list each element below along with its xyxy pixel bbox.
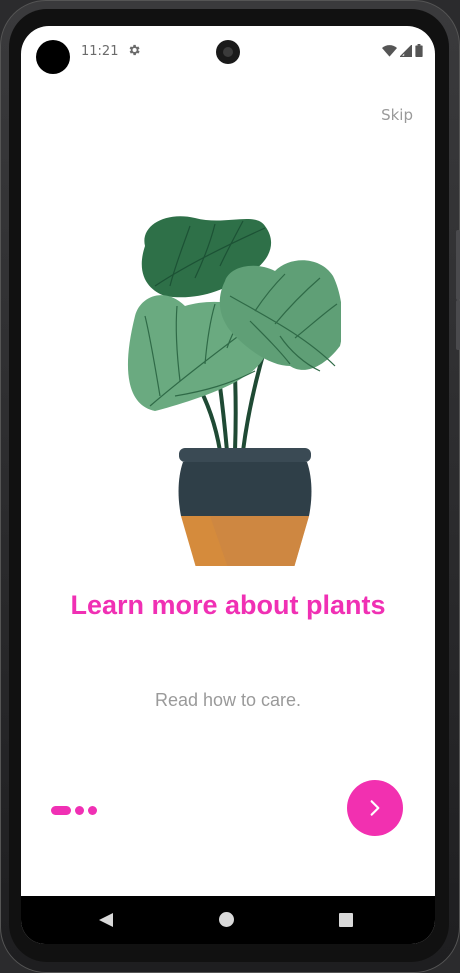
page-indicator-dot — [75, 805, 84, 815]
chevron-right-icon — [370, 800, 380, 816]
system-nav-bar — [21, 896, 435, 944]
skip-button[interactable]: Skip — [381, 106, 413, 124]
onboarding-title: Learn more about plants — [70, 590, 386, 620]
page-indicator-dot — [88, 805, 97, 815]
cell-signal-icon — [400, 44, 412, 57]
status-bar: 11:21 — [21, 26, 435, 78]
plant-illustration — [127, 216, 341, 566]
onboarding-subtitle: Read how to care. — [154, 690, 302, 710]
page-indicator-active — [51, 805, 71, 815]
screen: 11:21 Skip Learn more about plants Read … — [21, 26, 435, 944]
nav-recents-icon[interactable] — [339, 913, 353, 927]
wifi-icon — [382, 44, 397, 57]
nav-home-icon[interactable] — [219, 912, 234, 927]
next-button[interactable] — [347, 780, 403, 836]
battery-icon — [415, 44, 423, 57]
avatar — [36, 40, 70, 74]
status-icons — [382, 44, 423, 57]
front-camera — [216, 40, 240, 64]
volume-button — [456, 300, 460, 350]
status-time: 11:21 — [81, 44, 119, 59]
page-indicator — [51, 804, 97, 816]
power-button — [456, 230, 460, 300]
gear-icon — [129, 44, 140, 56]
nav-back-icon[interactable] — [99, 913, 113, 927]
